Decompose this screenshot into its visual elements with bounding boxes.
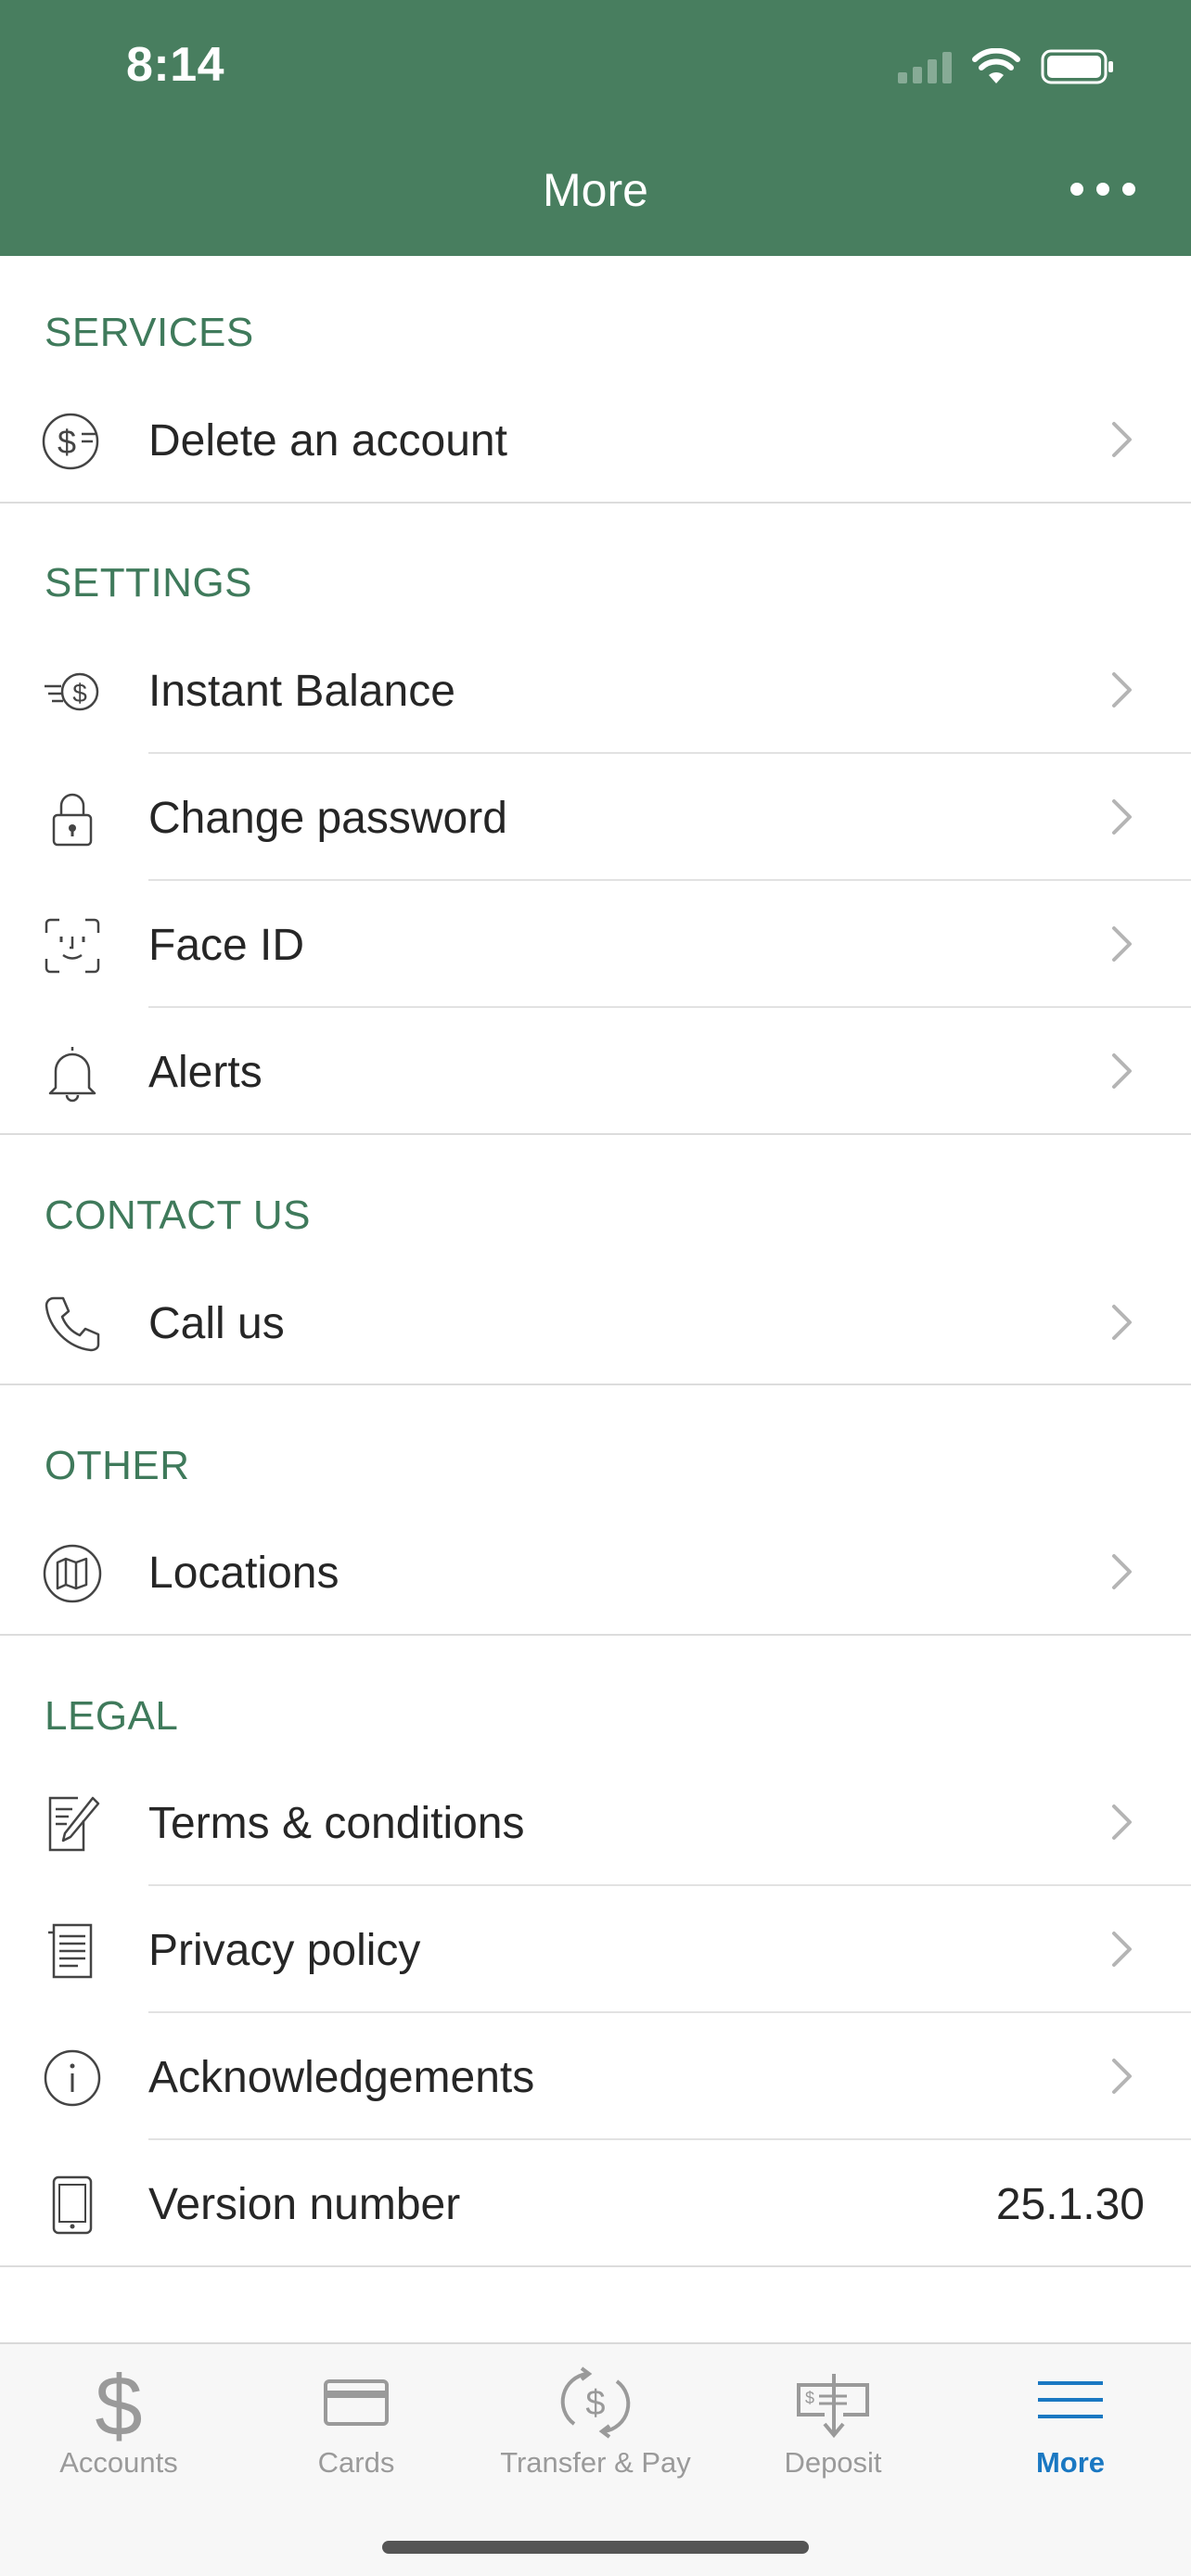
svg-text:$: $ [585,2384,605,2423]
row-call-us[interactable]: Call us [0,1259,1191,1385]
section-header-services: SERVICES [45,310,254,355]
section-divider [0,1384,1191,1385]
wifi-icon [972,48,1020,83]
tab-more[interactable]: More [952,2344,1189,2502]
row-privacy-policy[interactable]: Privacy policy [0,1886,1191,2012]
face-id-icon [41,914,104,977]
dollar-circle-icon: $ [41,410,104,473]
phone-icon [41,1293,104,1356]
row-locations[interactable]: Locations [0,1509,1191,1635]
tab-label: Transfer & Pay [500,2446,691,2479]
section-divider [0,1133,1191,1135]
section-header-contact: CONTACT US [45,1192,311,1238]
phone-device-icon [41,2174,104,2237]
row-face-id[interactable]: Face ID [0,881,1191,1007]
row-label: Face ID [148,921,305,970]
row-label: Privacy policy [148,1926,421,1975]
document-lines-icon [41,1919,104,1983]
row-label: Terms & conditions [148,1799,525,1848]
chevron-right-icon [1112,1932,1132,1967]
transfer-icon: $ [554,2361,637,2444]
chevron-right-icon [1112,1804,1132,1840]
chevron-right-icon [1112,799,1132,835]
row-label: Delete an account [148,416,507,465]
tab-cards[interactable]: Cards [237,2344,475,2502]
home-indicator [382,2541,809,2554]
row-terms-conditions[interactable]: Terms & conditions [0,1759,1191,1885]
section-divider [0,2265,1191,2267]
row-label: Version number [148,2180,461,2229]
deposit-check-icon: $ [791,2361,875,2444]
svg-text:$: $ [805,2389,814,2407]
bell-icon [41,1041,104,1104]
info-icon [41,2047,104,2110]
svg-text:$: $ [72,679,87,708]
section-header-settings: SETTINGS [45,560,253,606]
status-time: 8:14 [126,38,225,92]
tab-accounts[interactable]: $ Accounts [0,2344,237,2502]
section-divider [0,1634,1191,1636]
chevron-right-icon [1112,1305,1132,1340]
battery-icon [1041,49,1113,84]
svg-text:$: $ [95,2361,142,2444]
row-version-number: Version number 25.1.30 [0,2140,1191,2266]
version-value: 25.1.30 [995,2180,1145,2229]
chevron-right-icon [1112,1554,1132,1589]
tab-transfer-pay[interactable]: $ Transfer & Pay [477,2344,714,2502]
tab-label: Deposit [784,2446,882,2479]
section-header-legal: LEGAL [45,1693,179,1739]
tab-label: More [1035,2446,1106,2479]
page-title: More [543,164,648,216]
tab-label: Cards [317,2446,395,2479]
chevron-right-icon [1112,2059,1132,2094]
chevron-right-icon [1112,672,1132,708]
row-label: Alerts [148,1048,263,1097]
cellular-signal-icon [898,50,952,83]
document-pen-icon [41,1792,104,1855]
row-label: Locations [148,1549,339,1598]
instant-balance-icon: $ [41,660,104,723]
section-divider [0,502,1191,504]
row-delete-account[interactable]: $ Delete an account [0,376,1191,503]
more-options-icon[interactable] [1070,171,1135,208]
menu-icon [1029,2361,1112,2444]
svg-text:$: $ [58,423,76,461]
app-screen: 8:14 More SERVICES $ Delete an account S… [0,0,1191,2576]
tab-deposit[interactable]: $ Deposit [714,2344,952,2502]
row-alerts[interactable]: Alerts [0,1008,1191,1134]
row-label: Instant Balance [148,667,455,716]
row-change-password[interactable]: Change password [0,754,1191,880]
row-label: Call us [148,1299,285,1348]
map-icon [41,1542,104,1605]
dollar-icon: $ [77,2361,160,2444]
row-label: Acknowledgements [148,2053,535,2102]
lock-icon [41,787,104,850]
tab-label: Accounts [59,2446,178,2479]
chevron-right-icon [1112,422,1132,457]
chevron-right-icon [1112,1053,1132,1089]
section-header-other: OTHER [45,1443,190,1488]
status-icons [898,48,1115,85]
chevron-right-icon [1112,926,1132,962]
row-acknowledgements[interactable]: Acknowledgements [0,2013,1191,2139]
nav-header: 8:14 More [0,0,1191,256]
card-icon [314,2361,398,2444]
row-instant-balance[interactable]: $ Instant Balance [0,627,1191,753]
row-label: Change password [148,794,507,843]
